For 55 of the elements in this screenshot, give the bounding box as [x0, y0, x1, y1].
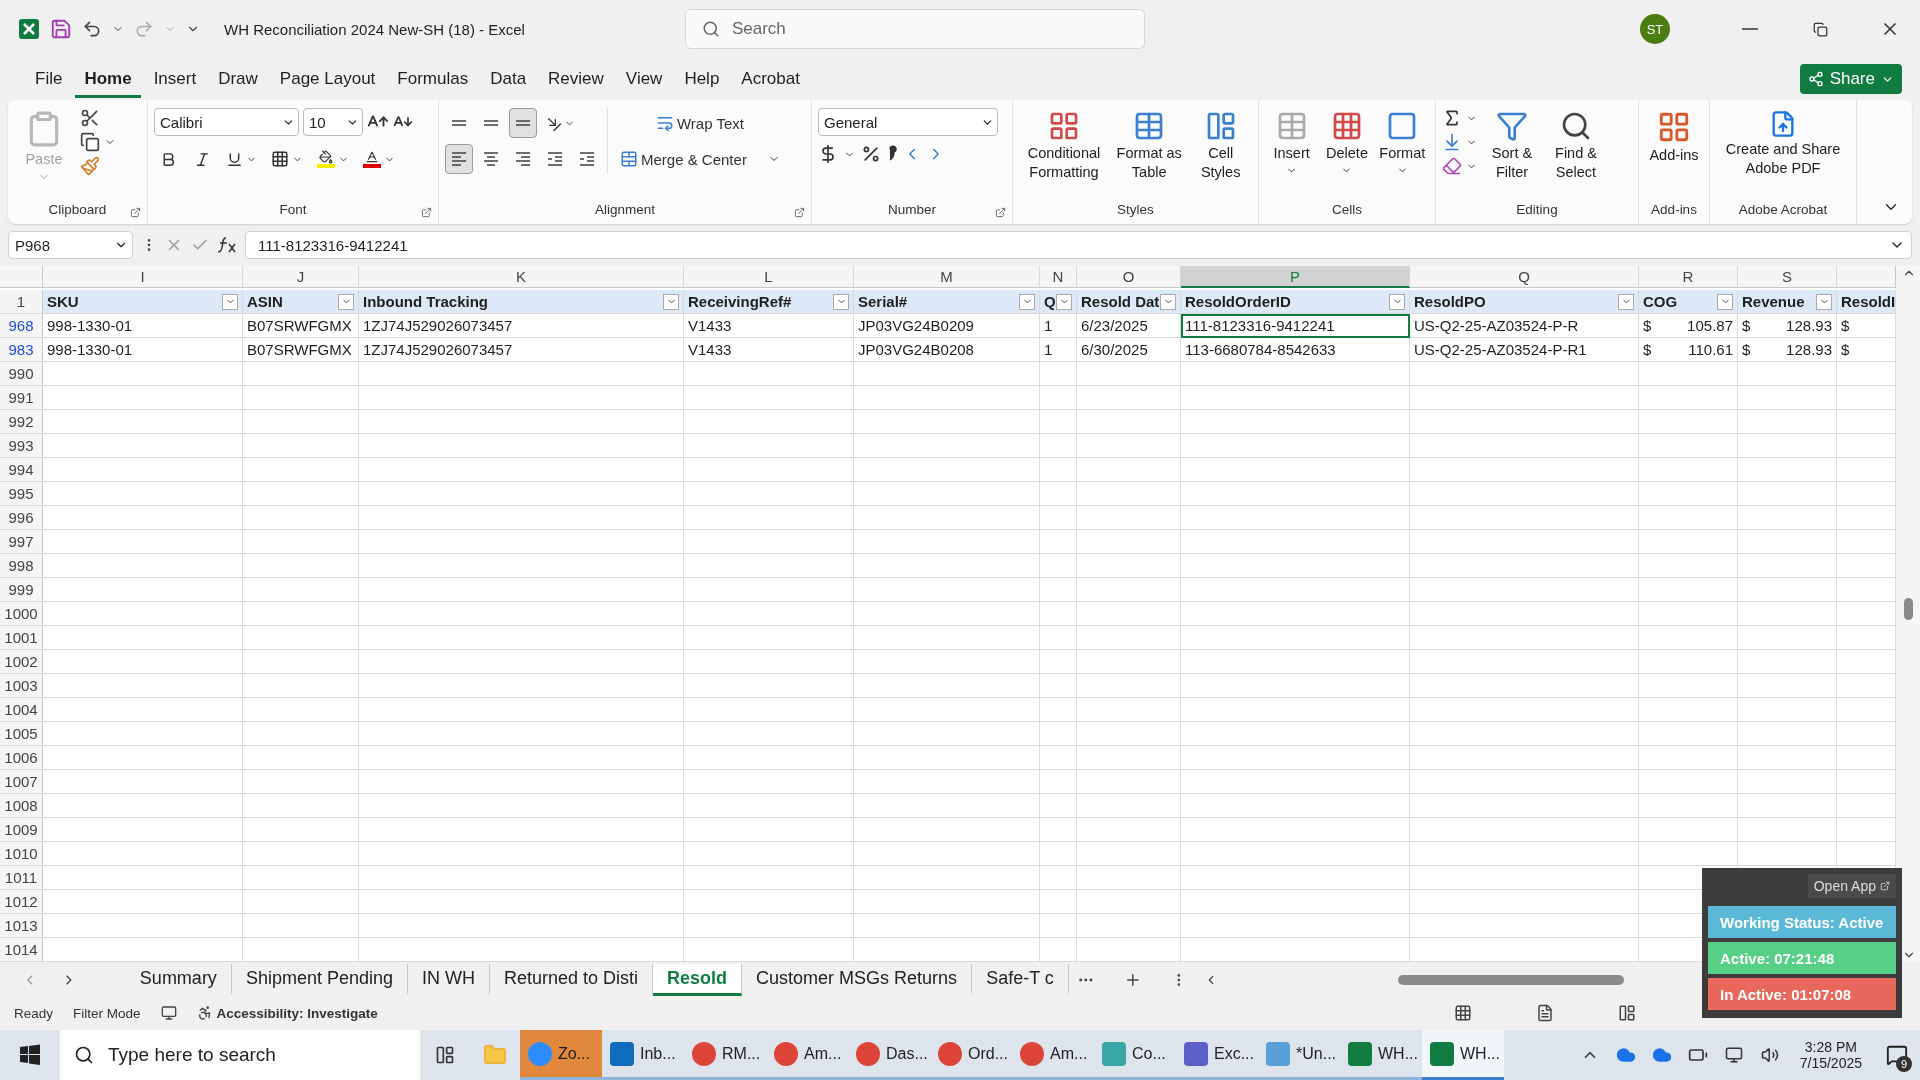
group-label: Add-ins: [1651, 202, 1697, 219]
column-heading: ResoldOrderID: [1185, 293, 1291, 310]
currency-sign: $: [1742, 317, 1751, 334]
column-heading: ResoldPO: [1414, 293, 1486, 310]
column-heading: Resold Dat: [1081, 293, 1160, 310]
currency-sign: $: [1841, 341, 1850, 358]
cell-value: 6/30/2025: [1081, 341, 1148, 358]
status-bar-item: Working Status: Active: [1708, 906, 1896, 938]
window-title: WH Reconciliation 2024 New-SH (18) - Excel: [224, 20, 525, 38]
column-heading: COG: [1643, 293, 1678, 310]
cell-value: 128.93: [1786, 341, 1832, 358]
cell-value: 6/23/2025: [1081, 317, 1148, 334]
group-label: Styles: [1117, 202, 1154, 219]
currency-sign: $: [1643, 341, 1652, 358]
column-heading: Q: [1044, 293, 1056, 310]
cell-value: 111-8123316-9412241: [1185, 317, 1335, 334]
cell-value: V1433: [688, 341, 732, 358]
notification-count: 9: [1896, 1056, 1912, 1072]
cell-value: 105.87: [1687, 317, 1733, 334]
group-label: Number: [888, 202, 936, 219]
cell-value: 1: [1044, 317, 1053, 334]
status-bar-item: Active: 07:21:48: [1708, 942, 1896, 974]
group-label: Cells: [1332, 202, 1362, 219]
cell-value: 113-6680784-8542633: [1185, 341, 1336, 358]
cell-value: 998-1330-01: [47, 341, 133, 358]
status-text: Filter Mode: [73, 1005, 141, 1021]
group-label: Adobe Acrobat: [1738, 202, 1828, 219]
cell-value: 110.61: [1688, 341, 1733, 358]
column-heading: Inbound Tracking: [363, 293, 488, 310]
cell-value: 1: [1044, 341, 1053, 358]
cell-value: JP03VG24B0208: [858, 341, 974, 358]
cell-value: 998-1330-01: [47, 317, 133, 334]
cell-value: JP03VG24B0209: [858, 317, 974, 334]
group-label: Editing: [1516, 202, 1558, 219]
currency-sign: $: [1643, 317, 1652, 334]
column-heading: ReceivingRef#: [688, 293, 792, 310]
currency-sign: $: [1742, 341, 1751, 358]
cell-value: B07SRWFGMX: [247, 341, 352, 358]
cell-value: US-Q2-25-AZ03524-P-R1: [1414, 341, 1587, 358]
status-text: Ready: [14, 1005, 54, 1021]
cell-value: 1ZJ74J529026073457: [363, 341, 513, 358]
cell-value: US-Q2-25-AZ03524-P-R: [1414, 317, 1579, 334]
group-label: Alignment: [594, 202, 655, 219]
group-label: Font: [279, 202, 307, 219]
status-bar-item: In Active: 01:07:08: [1708, 978, 1896, 1010]
cell-value: 128.93: [1786, 317, 1832, 334]
column-heading: Revenue: [1742, 293, 1805, 310]
column-heading: SKU: [47, 293, 79, 310]
cell-value: 1ZJ74J529026073457: [363, 317, 513, 334]
cell-value: V1433: [688, 317, 732, 334]
group-label: Clipboard: [48, 202, 107, 219]
column-heading: ASIN: [247, 293, 283, 310]
column-heading: Serial#: [858, 293, 908, 310]
cell-value: B07SRWFGMX: [247, 317, 352, 334]
currency-sign: $: [1841, 317, 1850, 334]
